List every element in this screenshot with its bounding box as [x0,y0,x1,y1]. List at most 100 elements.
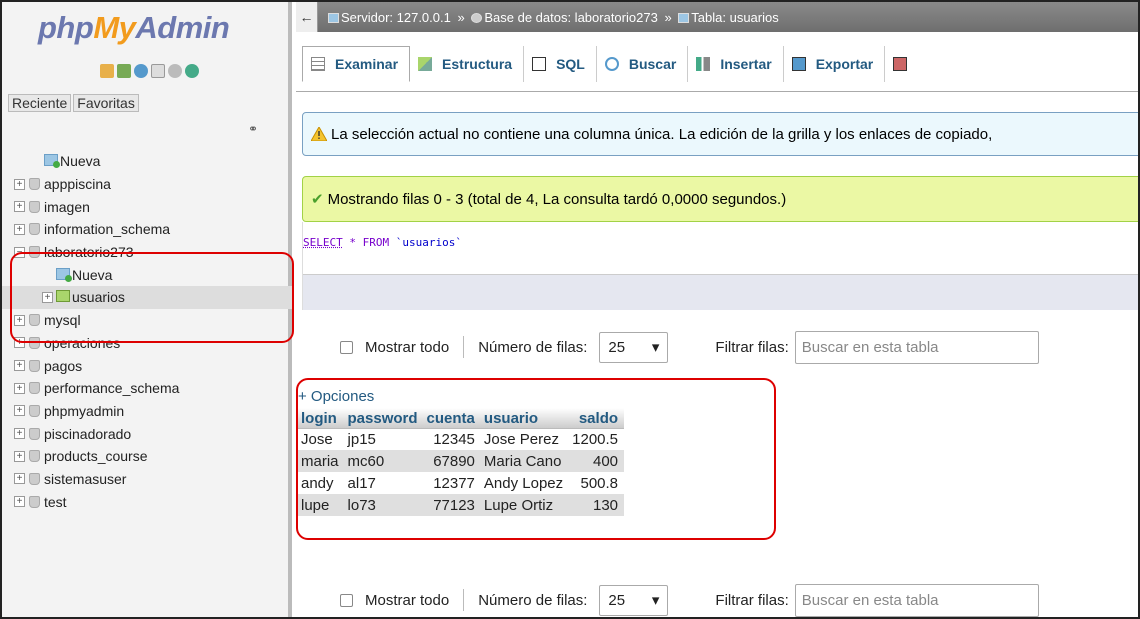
navigation-sidebar: phpMyAdmin Reciente Favoritas ⚭ Nueva + ap… [2,2,294,617]
sql-query: SELECT * FROM `usuarios` [303,236,462,249]
breadcrumb-database[interactable]: Base de datos: laboratorio273 [484,10,657,25]
link-chain-icon[interactable]: ⚭ [248,122,258,136]
tree-label: test [44,493,67,510]
tree-item-sistemasuser[interactable]: + sistemasuser [2,468,292,491]
filter-label: Filtrar filas: [715,591,789,609]
chevron-down-icon: ▾ [651,592,660,609]
laboratorio-highlight-annotation [10,252,294,343]
checkmark-icon: ✔ [311,191,324,208]
tree-item-information-schema[interactable]: + information_schema [2,218,292,241]
logo-php: php [38,10,94,45]
tree-item-products-course[interactable]: + products_course [2,445,292,468]
sql-query-box: SELECT * FROM `usuarios` [302,222,1138,310]
divider [463,589,465,611]
tree-item-nueva[interactable]: Nueva [2,150,292,173]
tab-insertar[interactable]: Insertar [688,46,784,82]
tree-item-test[interactable]: + test [2,490,292,513]
rows-value: 25 [608,338,626,356]
rows-label: Número de filas: [478,591,588,609]
rows-select[interactable]: 25 ▾ [599,331,669,363]
tab-buscar[interactable]: Buscar [597,46,689,82]
sql-keyword-from: * FROM [342,236,396,249]
tree-item-imagen[interactable]: + imagen [2,195,292,218]
warning-icon [311,127,327,141]
rows-label: Número de filas: [478,338,588,356]
sql-icon [532,57,547,71]
database-icon [29,359,40,372]
breadcrumb-sep: » [664,9,672,25]
breadcrumb-sep: » [457,9,465,25]
show-all-label: Mostrar todo [365,591,450,609]
tab-estructura[interactable]: Estructura [410,46,525,82]
table-menu: Examinar Estructura SQL Buscar Insertar … [296,34,1138,92]
tab-import-partial[interactable] [885,46,928,82]
tab-exportar[interactable]: Exportar [784,46,886,82]
expand-icon[interactable]: + [14,360,25,372]
reload-icon[interactable] [185,64,199,78]
expand-icon[interactable]: + [14,473,25,485]
expand-icon[interactable]: + [14,428,25,440]
breadcrumb-table[interactable]: Tabla: usuarios [691,10,778,25]
notice-message: La selección actual no contiene una colu… [302,112,1138,156]
collapse-arrow-icon[interactable]: ← [296,2,318,32]
tree-item-nueva-label: Nueva [44,153,100,169]
filter-label: Filtrar filas: [715,338,789,356]
sidebar-tabs: Reciente Favoritas [8,94,141,112]
phpmyadmin-logo[interactable]: phpMyAdmin [38,10,230,46]
tree-item-apppiscina[interactable]: + apppiscina [2,173,292,196]
tree-item-pagos[interactable]: + pagos [2,354,292,377]
rows-select[interactable]: 25 ▾ [599,584,669,616]
show-all-label: Mostrar todo [365,338,450,356]
database-icon [29,427,40,440]
expand-icon[interactable]: + [14,382,25,394]
tab-reciente[interactable]: Reciente [8,94,72,112]
show-all-checkbox[interactable] [340,340,353,354]
navigation-controls-top: Mostrar todo Número de filas: 25 ▾ Filtra… [296,329,1039,365]
tab-favoritas[interactable]: Favoritas [73,94,139,112]
navigation-controls-bottom: Mostrar todo Número de filas: 25 ▾ Filtra… [296,582,1039,617]
expand-icon[interactable]: + [14,496,25,508]
logout-icon[interactable] [117,64,131,78]
expand-icon[interactable]: + [14,201,25,213]
tab-label: Buscar [628,56,677,72]
breadcrumb-server[interactable]: Servidor: 127.0.0.1 [341,10,451,25]
help-icon[interactable] [134,64,148,78]
divider [463,336,465,358]
database-icon [29,404,40,417]
structure-icon [418,57,433,71]
expand-icon[interactable]: + [14,178,25,190]
filter-placeholder: Buscar en esta tabla [801,591,939,609]
app-window: phpMyAdmin Reciente Favoritas ⚭ Nueva + ap… [0,0,1140,619]
tree-item-piscinadorado[interactable]: + piscinadorado [2,422,292,445]
logo-my: My [93,10,136,45]
settings-icon[interactable] [168,64,182,78]
sql-table-name: `usuarios` [395,236,462,249]
tab-sql[interactable]: SQL [524,46,597,82]
show-all-checkbox[interactable] [340,593,353,607]
tree-item-performance-schema[interactable]: + performance_schema [2,377,292,400]
tree-item-phpmyadmin[interactable]: + phpmyadmin [2,400,292,423]
filter-rows-input[interactable]: Buscar en esta tabla [794,330,1039,364]
quick-icons [100,64,199,78]
table-highlight-annotation [296,378,776,540]
tab-examinar[interactable]: Examinar [302,46,411,82]
server-icon [328,13,339,24]
tab-label: SQL [556,56,585,72]
table-icon [678,13,690,24]
database-icon [29,223,40,236]
logo-admin: Admin [135,10,230,45]
docs-icon[interactable] [151,64,165,78]
export-icon [791,57,806,71]
tree-label: pagos [44,357,83,374]
chevron-down-icon: ▾ [651,339,660,356]
import-icon [893,57,908,71]
home-icon[interactable] [100,64,114,78]
expand-icon[interactable]: + [14,223,25,235]
filter-rows-input[interactable]: Buscar en esta tabla [794,583,1039,617]
expand-icon[interactable]: + [14,405,25,417]
tree-label: Nueva [60,153,101,170]
expand-icon[interactable]: + [14,450,25,462]
sql-keyword-select[interactable]: SELECT [303,236,343,249]
breadcrumb: Servidor: 127.0.0.1 » Base de datos: lab… [328,10,779,25]
breadcrumb-bar: ← Servidor: 127.0.0.1 » Base de datos: l… [296,2,1138,32]
